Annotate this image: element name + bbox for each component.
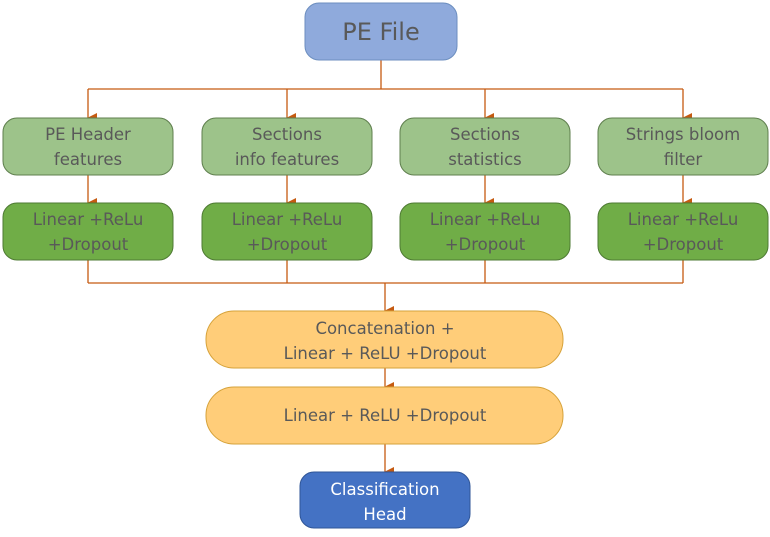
architecture-diagram: PE File PE Header features Linear +ReLu +Dr… bbox=[2, 2, 769, 529]
head-line-1: Classification bbox=[330, 480, 439, 499]
concatenation-line-2: Linear + ReLU +Dropout bbox=[284, 344, 487, 363]
feature-node: Strings bloom filter bbox=[597, 117, 769, 176]
head-line-2: Head bbox=[363, 505, 406, 524]
feature-label: filter bbox=[664, 150, 703, 169]
layer-label: +Dropout bbox=[445, 235, 526, 254]
layer-label: Linear +ReLu bbox=[430, 210, 541, 229]
feature-node: Sections info features bbox=[201, 117, 373, 176]
feature-label: info features bbox=[235, 150, 339, 169]
dense-node: Linear + ReLU +Dropout bbox=[205, 386, 564, 445]
layer-label: Linear +ReLu bbox=[232, 210, 343, 229]
feature-label: Strings bloom bbox=[626, 125, 740, 144]
feature-label: PE Header bbox=[45, 125, 131, 144]
concatenation-line-1: Concatenation + bbox=[315, 319, 454, 338]
linear-relu-dropout-node: Linear +ReLu +Dropout bbox=[597, 202, 769, 261]
feature-label: statistics bbox=[448, 150, 522, 169]
linear-relu-dropout-node: Linear +ReLu +Dropout bbox=[201, 202, 373, 261]
classification-head-node: Classification Head bbox=[299, 471, 471, 529]
pe-file-node: PE File bbox=[304, 2, 458, 61]
feature-label: Sections bbox=[252, 125, 322, 144]
feature-node: PE Header features bbox=[2, 117, 174, 176]
layer-label: Linear +ReLu bbox=[628, 210, 739, 229]
feature-node: Sections statistics bbox=[399, 117, 571, 176]
layer-label: +Dropout bbox=[48, 235, 129, 254]
layer-label: +Dropout bbox=[643, 235, 724, 254]
dense-label: Linear + ReLU +Dropout bbox=[284, 406, 487, 425]
layer-label: +Dropout bbox=[247, 235, 328, 254]
linear-relu-dropout-node: Linear +ReLu +Dropout bbox=[399, 202, 571, 261]
feature-label: features bbox=[54, 150, 122, 169]
pe-file-label: PE File bbox=[342, 18, 419, 46]
concatenation-node: Concatenation + Linear + ReLU +Dropout bbox=[205, 310, 564, 369]
layer-label: Linear +ReLu bbox=[33, 210, 144, 229]
linear-relu-dropout-node: Linear +ReLu +Dropout bbox=[2, 202, 174, 261]
feature-label: Sections bbox=[450, 125, 520, 144]
